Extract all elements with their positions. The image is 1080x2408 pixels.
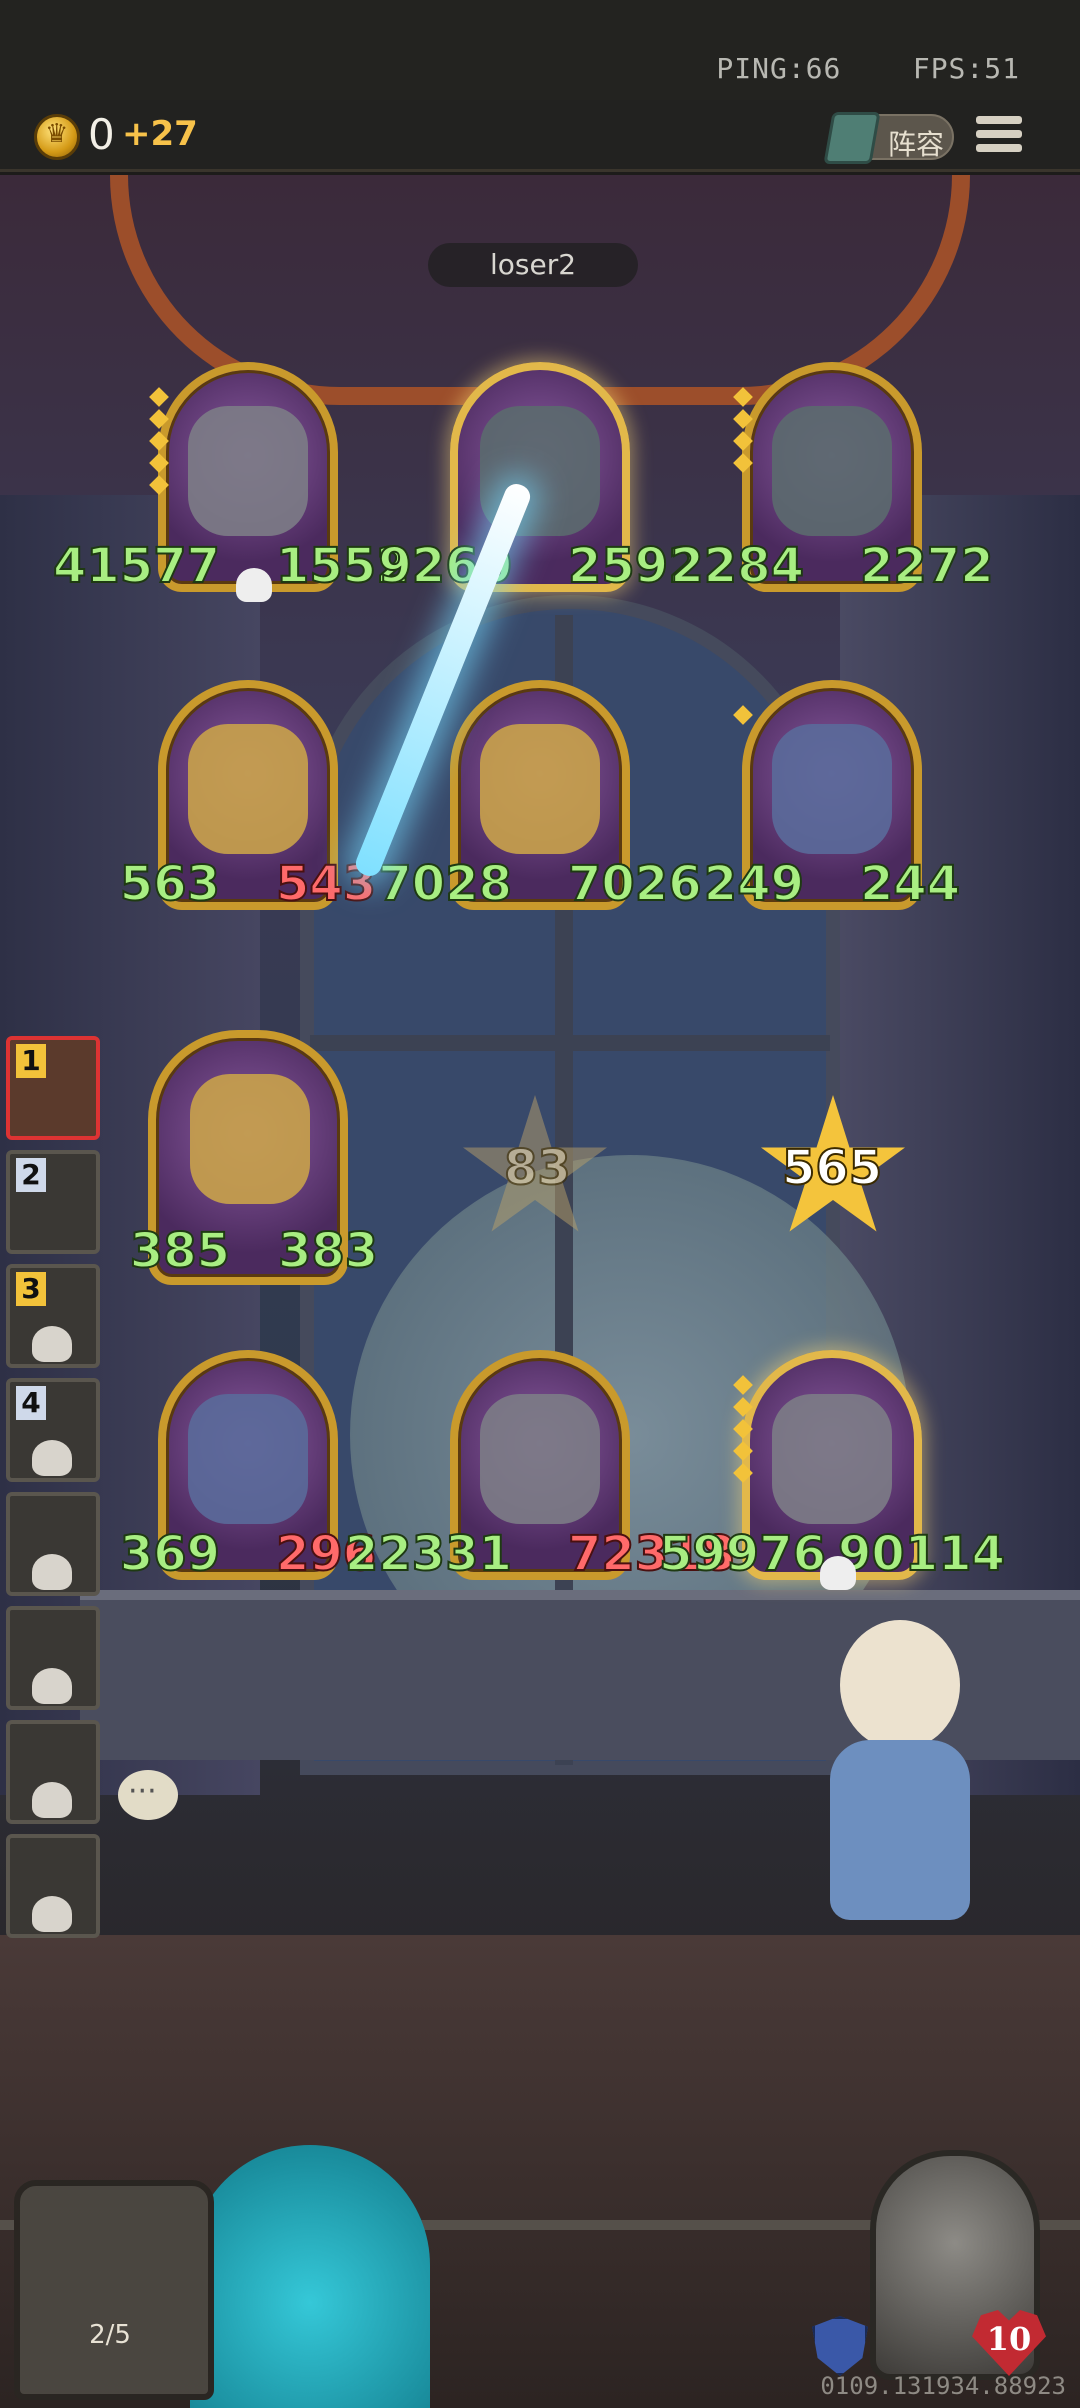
attack-value: 563 [119, 855, 221, 913]
skull-icon [32, 1554, 72, 1590]
attack-value: 385 [129, 1222, 231, 1280]
attack-value: 41577 [52, 537, 221, 595]
skull-icon [820, 1556, 856, 1590]
gold-income: +27 [122, 114, 198, 154]
deck-chest[interactable] [14, 2180, 214, 2400]
health-value: 383 [277, 1222, 379, 1280]
star-rank [733, 387, 753, 478]
enemy-card[interactable]: 2284 2272 [669, 362, 995, 595]
rank-badge: 1 [16, 1044, 46, 1078]
player-slot[interactable] [6, 1720, 100, 1824]
robot-cannon-portrait [772, 406, 892, 536]
dragon-portrait [772, 1394, 892, 1524]
hero-body [830, 1740, 970, 1920]
skull-icon [32, 1668, 72, 1704]
health-value: 90114 [837, 1525, 1006, 1583]
top-hud: 0 +27 阵容 [0, 100, 1080, 172]
attack-value: 249 [703, 855, 805, 913]
health-value: 2272 [859, 537, 995, 595]
skull-icon [32, 1326, 72, 1362]
attack-value: 22331 [344, 1525, 513, 1583]
status-bar: PING:66 FPS:51 [0, 0, 1080, 100]
star-rank [733, 705, 753, 730]
player-card[interactable]: 59976 90114 [658, 1350, 1006, 1590]
attack-value: 7028 [377, 855, 513, 913]
gold-amount: 0 [88, 110, 115, 159]
player-slot[interactable] [6, 1492, 100, 1596]
rank-badge: 3 [16, 1272, 46, 1306]
menu-icon[interactable] [976, 116, 1022, 156]
elf-portrait [772, 724, 892, 854]
health-value: 244 [859, 855, 961, 913]
book-icon [823, 112, 881, 164]
star-rank [733, 1375, 753, 1488]
player-slot[interactable]: 1 [6, 1036, 100, 1140]
health-value: 7026 [567, 855, 703, 913]
enemy-card[interactable]: 9260 2592 [377, 362, 703, 595]
hero-head [840, 1620, 960, 1750]
attack-value: 2284 [669, 537, 805, 595]
player-slot[interactable]: 2 [6, 1150, 100, 1254]
rank-badge: 2 [16, 1158, 46, 1192]
tv-robot-portrait [190, 1074, 310, 1204]
window-transom [310, 1035, 830, 1051]
skull-icon [32, 1896, 72, 1932]
player-slot[interactable]: 4 [6, 1378, 100, 1482]
rank-badge: 4 [16, 1386, 46, 1420]
star-rank [149, 387, 169, 500]
player-card[interactable]: 369 296 [119, 1350, 377, 1583]
enemy-card[interactable]: 7028 7026 [377, 680, 703, 913]
skull-icon [32, 1782, 72, 1818]
deck-count: 2/5 [89, 2320, 131, 2350]
potion-bottle [190, 2145, 430, 2408]
elf-portrait [188, 1394, 308, 1524]
damage-number: 565 [781, 1139, 883, 1197]
dragon-portrait [188, 406, 308, 536]
skull-icon [32, 1440, 72, 1476]
player-attacker-card[interactable]: 385 383 [129, 1030, 379, 1285]
chat-icon[interactable] [118, 1770, 178, 1820]
dragon-portrait [480, 1394, 600, 1524]
player-slot[interactable] [6, 1606, 100, 1710]
enemy-card[interactable]: 249 244 [703, 680, 961, 913]
player-slot[interactable] [6, 1834, 100, 1938]
tv-robot-portrait [188, 724, 308, 854]
ping-text: PING:66 [716, 52, 842, 85]
attack-value: 369 [119, 1525, 221, 1583]
hero-character[interactable] [760, 1600, 1040, 1960]
player-card[interactable]: 22331 72318 [344, 1350, 736, 1583]
enemy-card[interactable]: 563 543 [119, 680, 377, 913]
fps-text: FPS:51 [912, 52, 1020, 85]
attack-value: 59976 [658, 1525, 827, 1583]
network-stats: PING:66 FPS:51 [716, 52, 1020, 85]
lineup-label: 阵容 [888, 128, 945, 161]
lineup-button[interactable]: 阵容 [823, 112, 954, 164]
coin-icon [34, 114, 80, 160]
player-health: 10 [986, 2320, 1032, 2358]
build-id: 0109.131934.88923 [820, 2372, 1066, 2400]
tv-robot-portrait [480, 724, 600, 854]
opponent-name: loser2 [428, 243, 638, 287]
damage-number: 83 [503, 1139, 572, 1197]
player-slot[interactable]: 3 [6, 1264, 100, 1368]
skull-icon [236, 568, 272, 602]
enemy-card[interactable]: 41577 1552 [52, 362, 411, 602]
